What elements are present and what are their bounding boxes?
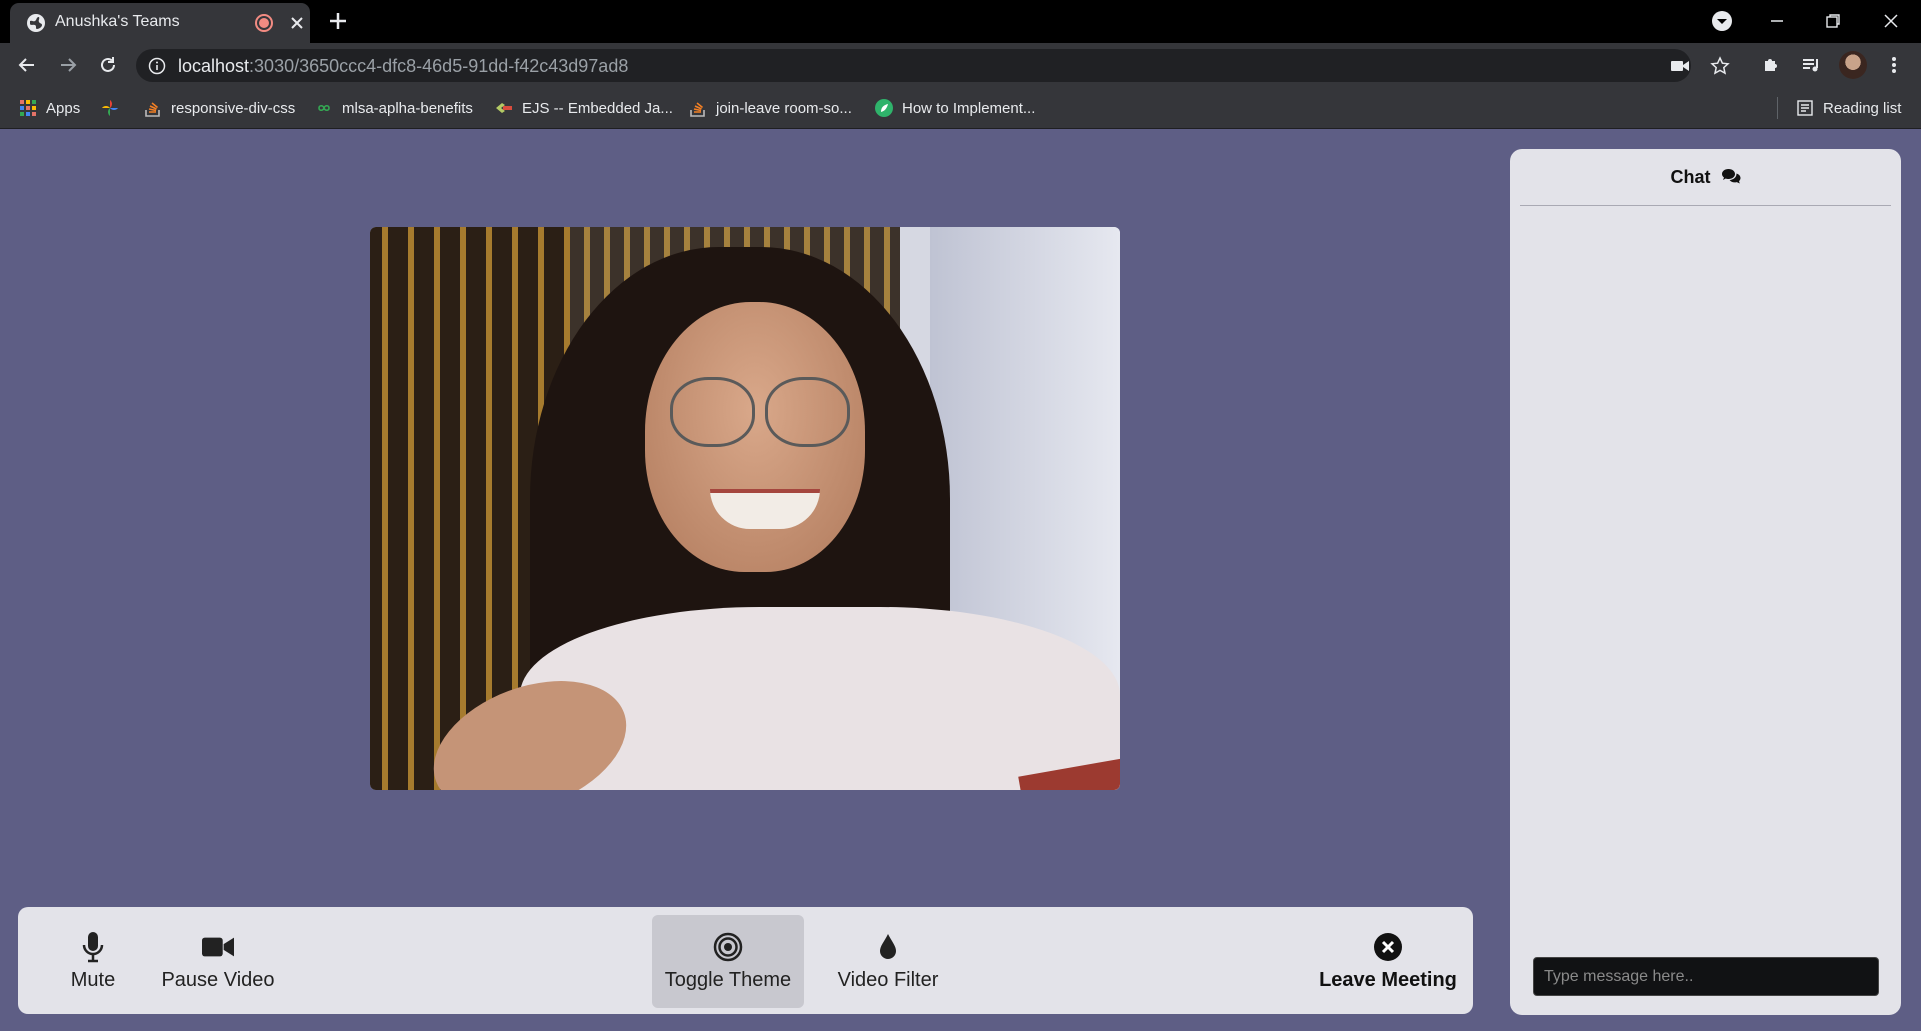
- ejs-icon: [495, 99, 513, 117]
- bullseye-icon: [712, 931, 744, 963]
- new-tab-icon[interactable]: [326, 9, 350, 33]
- bookmark-responsive-div-css[interactable]: responsive-div-css: [144, 97, 295, 119]
- browser-tabbar: Anushka's Teams: [0, 0, 1921, 43]
- bookmark-star-icon[interactable]: [1709, 55, 1731, 77]
- browser-tab[interactable]: Anushka's Teams: [10, 3, 310, 43]
- video-feed: [370, 227, 1120, 790]
- more-menu-icon[interactable]: [1880, 51, 1908, 79]
- browser-toolbar: localhost:3030/3650ccc4-dfc8-46d5-91dd-f…: [0, 43, 1921, 87]
- bookmark-mlsa-aplha-benefits[interactable]: mlsa-aplha-benefits: [315, 97, 473, 119]
- url-text: localhost:3030/3650ccc4-dfc8-46d5-91dd-f…: [178, 56, 629, 76]
- leave-meeting-button[interactable]: Leave Meeting: [1313, 915, 1463, 1008]
- stackoverflow-icon: [144, 99, 162, 117]
- chat-panel: Chat: [1510, 149, 1901, 1015]
- green-leaf-icon: [875, 99, 893, 117]
- mute-button[interactable]: Mute: [38, 915, 148, 1008]
- media-control-icon[interactable]: [1797, 51, 1825, 79]
- bookmark-pinwheel[interactable]: [101, 97, 128, 119]
- video-camera-icon: [202, 931, 234, 963]
- bookmarks-separator: [1777, 97, 1778, 119]
- stackoverflow-icon: [689, 99, 707, 117]
- comments-icon: [1721, 168, 1741, 186]
- close-circle-icon: [1372, 931, 1404, 963]
- close-window-icon[interactable]: [1874, 6, 1908, 36]
- reading-list-button[interactable]: Reading list: [1796, 97, 1901, 119]
- droplet-icon: [872, 931, 904, 963]
- meeting-page: Mute Pause Video Toggle Theme Video Filt…: [0, 129, 1921, 1031]
- video-filter-button[interactable]: Video Filter: [818, 915, 958, 1008]
- forward-icon[interactable]: [54, 51, 82, 79]
- infinity-icon: [315, 99, 333, 117]
- close-tab-icon[interactable]: [286, 12, 308, 34]
- pinwheel-icon: [101, 99, 119, 117]
- bookmark-how-to-implement[interactable]: How to Implement...: [875, 97, 1035, 119]
- reload-icon[interactable]: [94, 51, 122, 79]
- minimize-icon[interactable]: [1760, 6, 1794, 36]
- camera-in-use-icon[interactable]: [1669, 55, 1691, 77]
- bookmarks-bar: Apps responsive-div-css mlsa-aplha-benef…: [0, 87, 1921, 129]
- tab-title: Anushka's Teams: [55, 13, 180, 30]
- reading-list-icon: [1796, 99, 1814, 117]
- microphone-icon: [77, 931, 109, 963]
- meeting-controls-bar: Mute Pause Video Toggle Theme Video Filt…: [18, 907, 1473, 1014]
- extensions-icon[interactable]: [1757, 51, 1785, 79]
- bookmark-join-leave-room[interactable]: join-leave room-so...: [689, 97, 852, 119]
- bookmark-apps[interactable]: Apps: [19, 97, 80, 119]
- chat-message-input[interactable]: [1533, 957, 1879, 996]
- site-info-icon[interactable]: [148, 57, 166, 75]
- restore-icon[interactable]: [1816, 6, 1850, 36]
- recording-icon: [255, 14, 273, 32]
- pause-video-button[interactable]: Pause Video: [148, 915, 288, 1008]
- profile-avatar[interactable]: [1839, 51, 1867, 79]
- profile-dropdown-icon[interactable]: [1705, 6, 1739, 36]
- apps-grid-icon: [19, 99, 37, 117]
- toggle-theme-button[interactable]: Toggle Theme: [652, 915, 804, 1008]
- bookmark-ejs[interactable]: EJS -- Embedded Ja...: [495, 97, 673, 119]
- globe-icon: [27, 14, 45, 32]
- address-bar[interactable]: localhost:3030/3650ccc4-dfc8-46d5-91dd-f…: [136, 49, 1730, 82]
- back-icon[interactable]: [13, 51, 41, 79]
- chat-header: Chat: [1520, 149, 1891, 206]
